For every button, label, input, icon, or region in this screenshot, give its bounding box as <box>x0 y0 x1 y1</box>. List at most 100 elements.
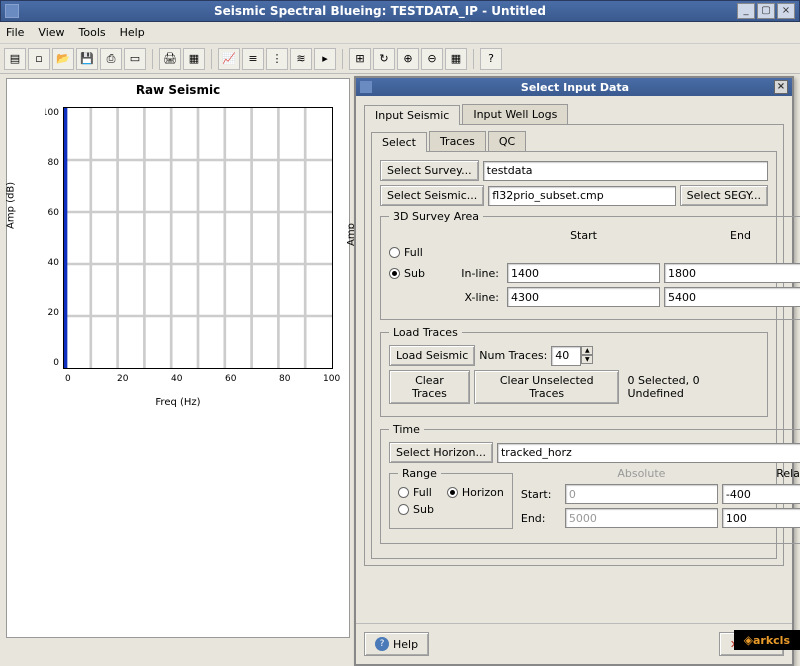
menu-view[interactable]: View <box>38 26 64 39</box>
save-icon[interactable]: 💾 <box>76 48 98 70</box>
select-horizon-button[interactable]: Select Horizon... <box>389 442 493 463</box>
svg-text:20: 20 <box>117 374 129 384</box>
radio-range-full[interactable] <box>398 487 409 498</box>
db-icon[interactable]: ▤ <box>4 48 26 70</box>
load-traces-fieldset: Load Traces Load Seismic Num Traces: ▲▼ … <box>380 326 768 417</box>
plot3-icon[interactable]: ⋮ <box>266 48 288 70</box>
num-traces-input[interactable] <box>551 346 581 366</box>
tab-select[interactable]: Select <box>371 132 427 152</box>
maximize-button[interactable]: ▢ <box>757 3 775 19</box>
new-icon[interactable]: ▫ <box>28 48 50 70</box>
spinner-down-icon[interactable]: ▼ <box>581 355 593 364</box>
svg-text:80: 80 <box>279 374 291 384</box>
select-segy-button[interactable]: Select SEGY... <box>680 185 768 206</box>
inline-end-input[interactable] <box>664 263 800 283</box>
absolute-header: Absolute <box>565 467 718 480</box>
svg-text:20: 20 <box>48 308 60 318</box>
xline-label: X-line: <box>453 291 503 304</box>
select-seismic-button[interactable]: Select Seismic... <box>380 185 484 206</box>
rel-start-input[interactable] <box>722 484 800 504</box>
dialog-titlebar: Select Input Data × <box>356 78 792 96</box>
chart-xlabel: Freq (Hz) <box>7 397 349 408</box>
close-window-button[interactable]: × <box>777 3 795 19</box>
dialog-title: Select Input Data <box>376 81 774 94</box>
menu-file[interactable]: File <box>6 26 24 39</box>
range-legend: Range <box>398 467 441 480</box>
abs-start-input[interactable] <box>565 484 718 504</box>
plot1-icon[interactable]: 📈 <box>218 48 240 70</box>
tab-input-well-logs[interactable]: Input Well Logs <box>462 104 568 124</box>
xline-start-input[interactable] <box>507 287 660 307</box>
load-traces-legend: Load Traces <box>389 326 462 339</box>
radio-range-horizon[interactable] <box>447 487 458 498</box>
load-seismic-button[interactable]: Load Seismic <box>389 345 475 366</box>
traces-status: 0 Selected, 0 Undefined <box>627 374 759 400</box>
plot4-icon[interactable]: ≋ <box>290 48 312 70</box>
spinner-up-icon[interactable]: ▲ <box>581 346 593 355</box>
select-input-data-dialog: Select Input Data × Input Seismic Input … <box>354 76 794 666</box>
svg-text:80: 80 <box>48 158 60 168</box>
clear-unselected-traces-button[interactable]: Clear Unselected Traces <box>474 370 620 404</box>
horizon-input[interactable] <box>497 443 800 463</box>
palette-icon[interactable]: ▦ <box>445 48 467 70</box>
svg-text:100: 100 <box>323 374 340 384</box>
dialog-icon <box>360 81 372 93</box>
svg-text:100: 100 <box>45 108 59 118</box>
menu-help[interactable]: Help <box>120 26 145 39</box>
minimize-button[interactable]: _ <box>737 3 755 19</box>
chart-title: Raw Seismic <box>7 79 349 101</box>
zoomin-icon[interactable]: ⊕ <box>397 48 419 70</box>
help-toolbar-icon[interactable]: ? <box>480 48 502 70</box>
abs-end-input[interactable] <box>565 508 718 528</box>
svg-text:0: 0 <box>53 358 59 368</box>
grid-icon[interactable]: ⊞ <box>349 48 371 70</box>
rel-end-input[interactable] <box>722 508 800 528</box>
clear-traces-button[interactable]: Clear Traces <box>389 370 470 404</box>
zoomout-icon[interactable]: ⊖ <box>421 48 443 70</box>
survey-area-legend: 3D Survey Area <box>389 210 483 223</box>
inline-start-input[interactable] <box>507 263 660 283</box>
menu-bar: File View Tools Help <box>0 22 800 44</box>
plot5-icon[interactable]: ▸ <box>314 48 336 70</box>
svg-text:60: 60 <box>48 208 60 218</box>
radio-full-area[interactable] <box>389 247 400 258</box>
help-icon: ? <box>375 637 389 651</box>
header-start: Start <box>507 229 660 242</box>
help-button[interactable]: ? Help <box>364 632 429 656</box>
tab-input-seismic[interactable]: Input Seismic <box>364 105 460 125</box>
xline-end-input[interactable] <box>664 287 800 307</box>
relative-header: Relative <box>722 467 800 480</box>
header-end: End <box>664 229 800 242</box>
window-titlebar: Seismic Spectral Blueing: TESTDATA_IP - … <box>0 0 800 22</box>
survey-input[interactable] <box>483 161 768 181</box>
end-label: End: <box>521 512 561 525</box>
svg-text:0: 0 <box>65 374 71 384</box>
chart-plot-area <box>63 107 333 369</box>
open-icon[interactable]: 📂 <box>52 48 74 70</box>
tab-traces[interactable]: Traces <box>429 131 486 151</box>
time-legend: Time <box>389 423 424 436</box>
survey-area-fieldset: 3D Survey Area Start End Inc Full Sub In… <box>380 210 800 320</box>
start-label: Start: <box>521 488 561 501</box>
menu-tools[interactable]: Tools <box>79 26 106 39</box>
radio-sub-area[interactable] <box>389 268 400 279</box>
refresh-icon[interactable]: ↻ <box>373 48 395 70</box>
print-icon[interactable]: 🖨 <box>159 48 181 70</box>
radio-range-sub[interactable] <box>398 504 409 515</box>
dialog-close-icon[interactable]: × <box>774 80 788 94</box>
chart-ylabel: Amp (dB) <box>6 182 17 229</box>
report-icon[interactable]: ▦ <box>183 48 205 70</box>
seismic-input[interactable] <box>488 186 675 206</box>
saveas-icon[interactable]: ⎙ <box>100 48 122 70</box>
plot2-icon[interactable]: ≡ <box>242 48 264 70</box>
chart-panel: Raw Seismic Amp (dB) <box>6 78 350 638</box>
export-icon[interactable]: ▭ <box>124 48 146 70</box>
tab-qc[interactable]: QC <box>488 131 526 151</box>
svg-text:40: 40 <box>48 258 60 268</box>
time-fieldset: Time Select Horizon... Range Full Horizo… <box>380 423 800 544</box>
inline-label: In-line: <box>453 267 503 280</box>
select-survey-button[interactable]: Select Survey... <box>380 160 479 181</box>
range-fieldset: Range Full Horizon Sub <box>389 467 513 529</box>
brand-logo: ◈arkcls <box>734 630 800 650</box>
toolbar: ▤ ▫ 📂 💾 ⎙ ▭ 🖨 ▦ 📈 ≡ ⋮ ≋ ▸ ⊞ ↻ ⊕ ⊖ ▦ ? <box>0 44 800 74</box>
